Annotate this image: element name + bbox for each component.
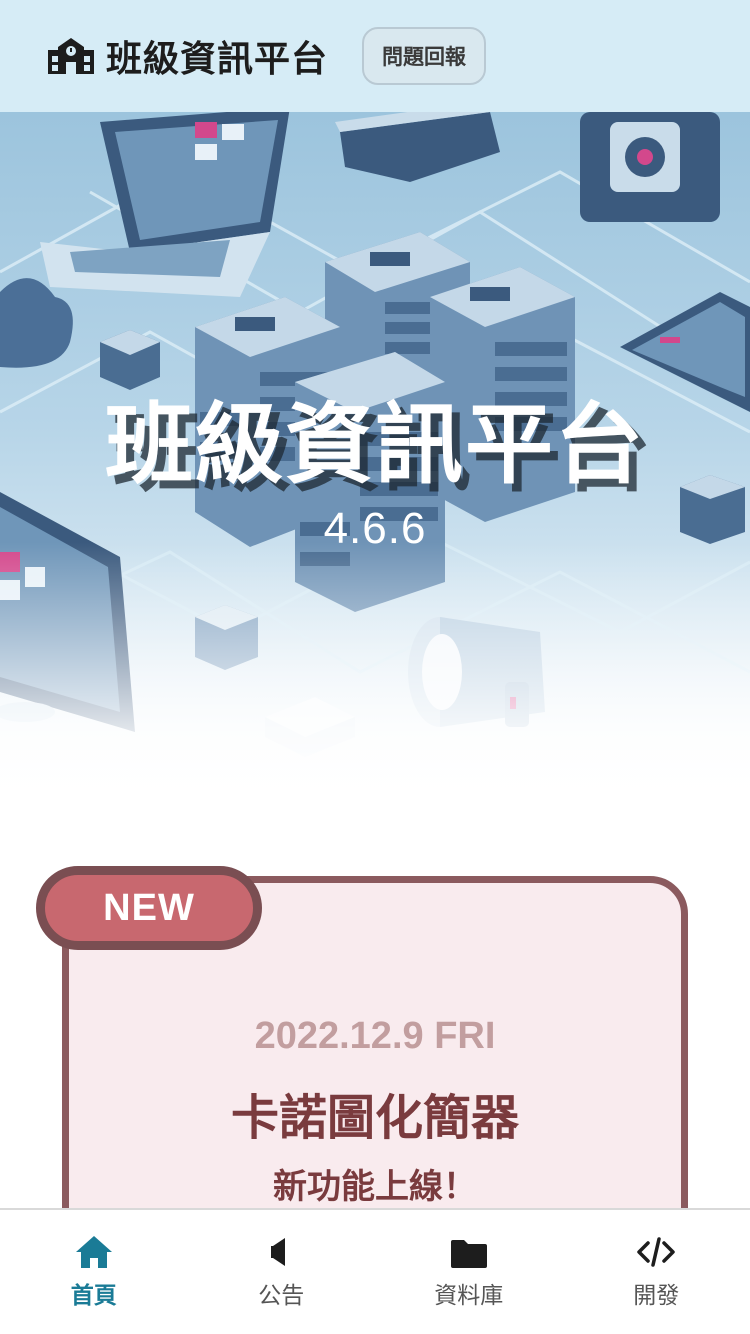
tab-database-label: 資料庫 (434, 1283, 504, 1309)
tab-announcements[interactable]: 公告 (188, 1210, 376, 1334)
report-issue-button[interactable]: 問題回報 (362, 27, 487, 85)
news-subtitle: 新功能上線！ (273, 1167, 477, 1207)
version-label: 4.6.6 (323, 504, 427, 553)
bottom-tab-bar: 首頁 公告 資料庫 開發 (0, 1208, 750, 1334)
tab-home[interactable]: 首頁 (0, 1210, 188, 1334)
hero-title: 班級資訊平台 (104, 393, 645, 496)
news-date: 2022.12.9 FRI (254, 1015, 496, 1057)
home-icon (75, 1236, 112, 1268)
folder-icon (450, 1240, 487, 1268)
tab-database[interactable]: 資料庫 (375, 1210, 563, 1334)
top-header: 班級資訊平台 問題回報 (0, 0, 750, 112)
school-icon (48, 38, 94, 74)
tab-home-label: 首頁 (70, 1283, 117, 1309)
tab-announcements-label: 公告 (258, 1283, 305, 1309)
app-title[interactable]: 班級資訊平台 (106, 30, 328, 82)
hero-fade (0, 542, 750, 812)
hero-banner: 班級資訊平台 4.6.6 (0, 112, 750, 812)
news-title: 卡諾圖化簡器 (230, 1090, 519, 1146)
tab-develop-label: 開發 (633, 1283, 680, 1309)
code-icon (637, 1237, 675, 1267)
new-badge: NEW (36, 866, 262, 950)
megaphone-icon (271, 1238, 286, 1266)
tab-develop[interactable]: 開發 (563, 1210, 750, 1334)
